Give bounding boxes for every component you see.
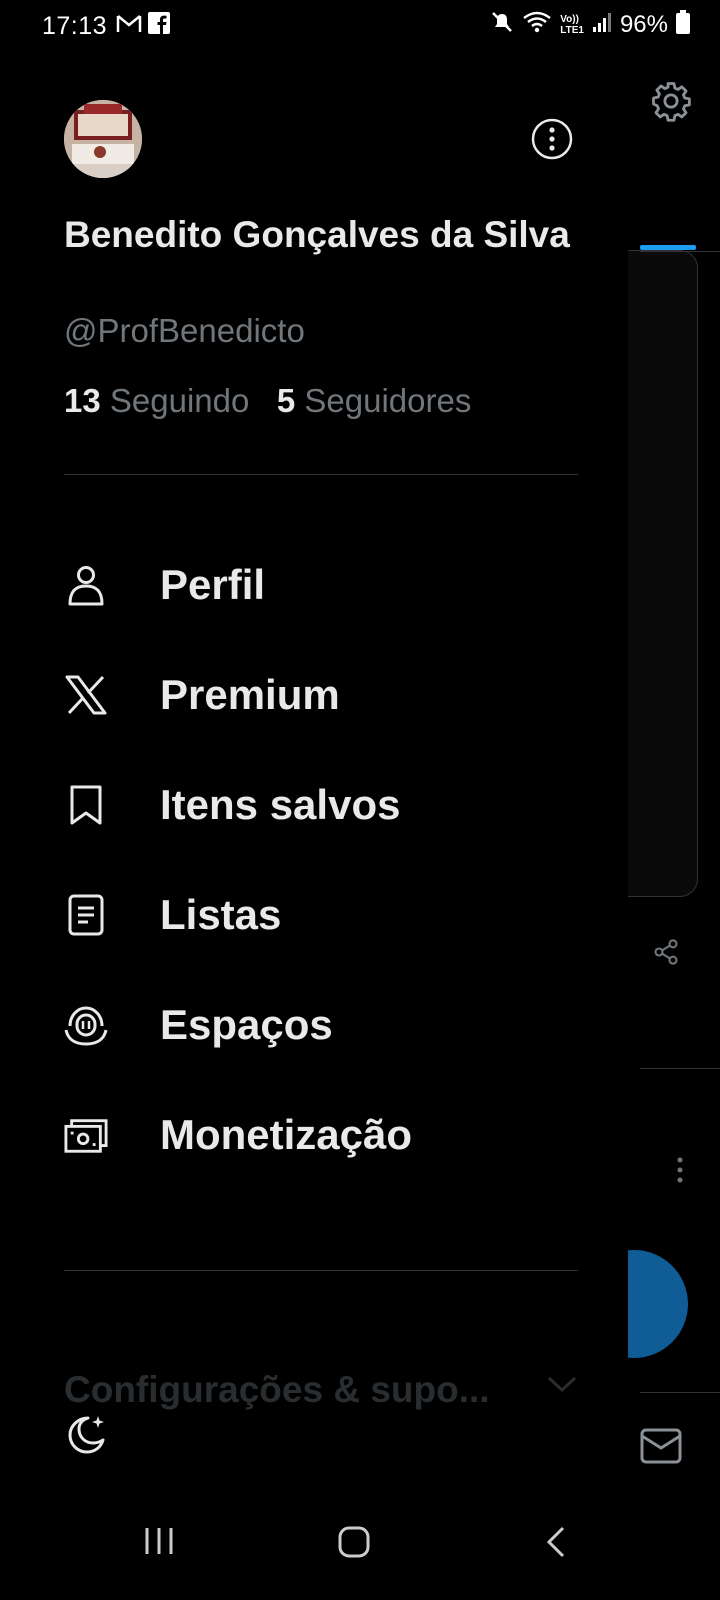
divider: [64, 1270, 578, 1271]
money-icon: [64, 1113, 108, 1157]
follow-stats: 13 Seguindo 5 Seguidores: [64, 382, 471, 420]
more-options-icon[interactable]: [531, 118, 573, 165]
person-icon: [64, 563, 108, 607]
menu-label: Listas: [160, 891, 282, 938]
settings-and-support[interactable]: Configurações & supo...: [64, 1360, 578, 1420]
menu-label: Monetização: [160, 1111, 413, 1158]
following-count: 13: [64, 382, 101, 419]
menu-label: Perfil: [160, 561, 266, 608]
menu-item-itens-salvos[interactable]: Itens salvos: [64, 760, 578, 850]
home-icon[interactable]: [338, 1526, 370, 1563]
menu-item-premium[interactable]: Premium: [64, 650, 578, 740]
battery-icon: [676, 10, 690, 39]
facebook-icon: [148, 12, 170, 39]
background-divider: [640, 1068, 720, 1069]
menu-item-listas[interactable]: Listas: [64, 870, 578, 960]
following-link[interactable]: 13 Seguindo: [64, 382, 259, 419]
mail-icon[interactable]: [640, 1428, 682, 1469]
menu-label: Premium: [160, 671, 340, 718]
status-bar: 17:13 Vo)) LTE1 96%: [0, 0, 720, 52]
settings-label: Configurações & supo...: [64, 1369, 490, 1410]
background-divider: [640, 1392, 720, 1393]
divider: [64, 474, 578, 475]
battery-percent: 96%: [619, 10, 668, 38]
followers-label: Seguidores: [304, 382, 472, 419]
system-nav-bar: [0, 1492, 720, 1600]
profile-name[interactable]: Benedito Gonçalves da Silva: [64, 212, 584, 258]
share-icon[interactable]: [652, 938, 680, 971]
list-icon: [64, 893, 108, 937]
profile-handle[interactable]: @ProfBenedicto: [64, 312, 305, 350]
gear-icon[interactable]: [650, 80, 692, 127]
recent-apps-icon[interactable]: [144, 1526, 174, 1561]
x-logo-icon: [64, 673, 108, 717]
menu-item-perfil[interactable]: Perfil: [64, 540, 578, 630]
menu-label: Espaços: [160, 1001, 333, 1048]
following-label: Seguindo: [109, 382, 250, 419]
more-vertical-icon[interactable]: [676, 1156, 684, 1189]
spaces-icon: [64, 1003, 108, 1047]
menu-item-monetizacao[interactable]: Monetização: [64, 1090, 578, 1180]
menu-label: Itens salvos: [160, 781, 401, 828]
signal-icon: [592, 11, 612, 38]
moon-icon[interactable]: [64, 1412, 108, 1461]
tab-indicator: [640, 245, 696, 250]
status-time: 17:13: [42, 12, 108, 40]
menu-item-espacos[interactable]: Espaços: [64, 980, 578, 1070]
followers-count: 5: [276, 382, 296, 419]
navigation-drawer: Benedito Gonçalves da Silva @ProfBenedic…: [0, 52, 628, 1492]
followers-link[interactable]: 5 Seguidores: [277, 382, 471, 419]
avatar[interactable]: [64, 100, 142, 178]
back-icon[interactable]: [546, 1526, 566, 1563]
gmail-icon: [116, 12, 142, 41]
background-divider: [640, 251, 720, 252]
mute-icon: [490, 10, 514, 39]
volte-icon: Vo)) LTE1: [560, 13, 584, 36]
chevron-down-icon: [546, 1374, 578, 1399]
bookmark-icon: [64, 783, 108, 827]
wifi-icon: [522, 10, 552, 39]
